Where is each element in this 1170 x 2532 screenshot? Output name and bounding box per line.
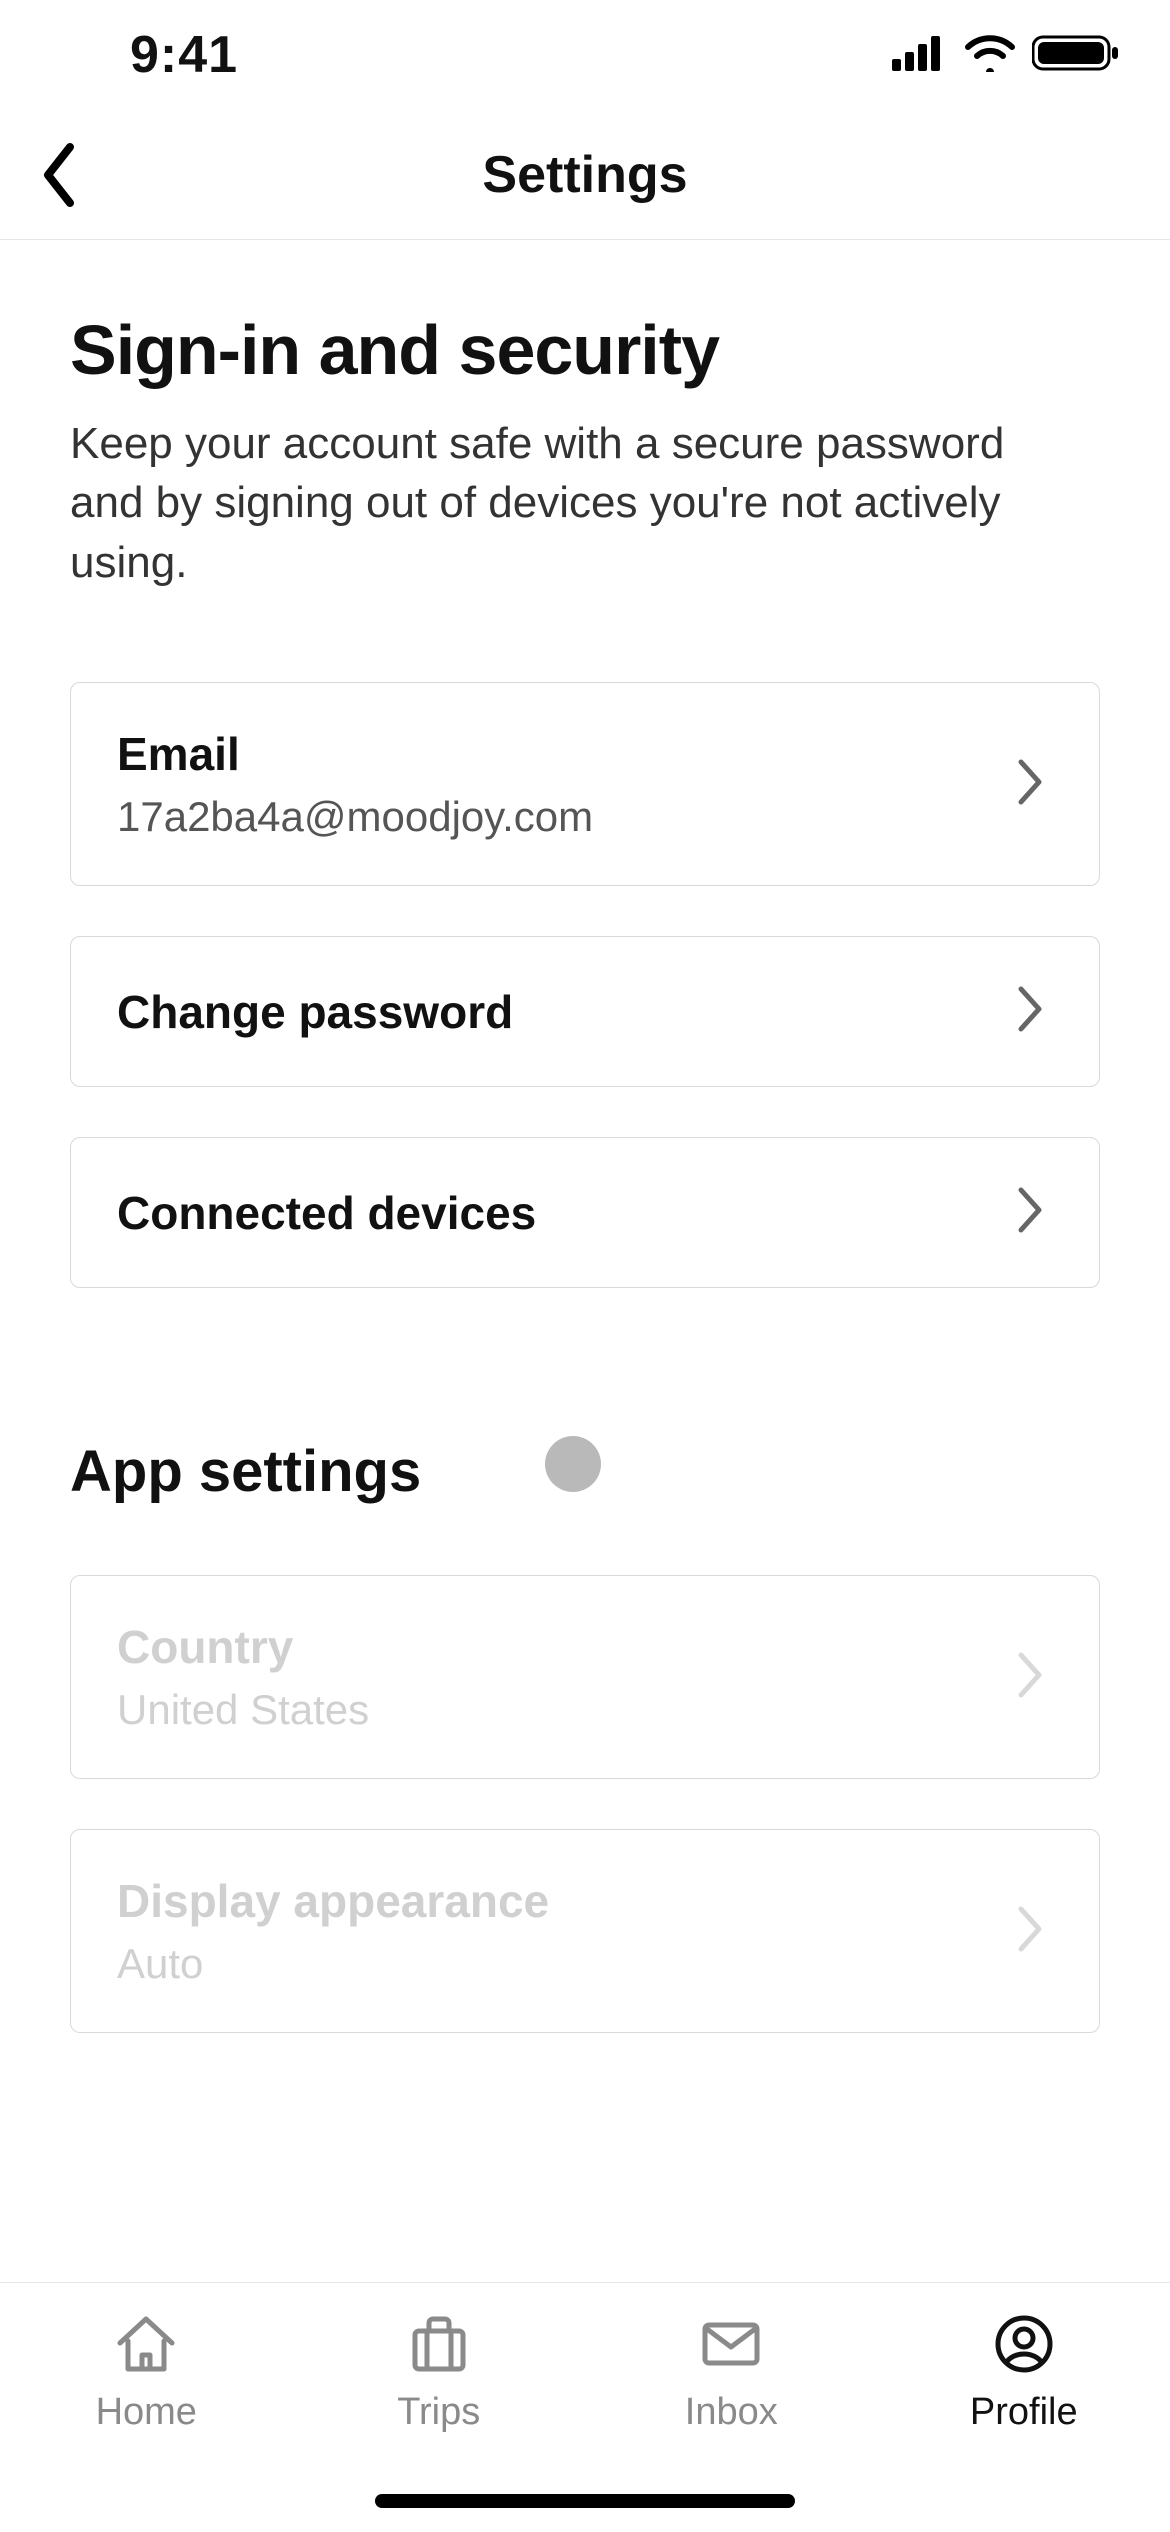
envelope-icon [697,2313,765,2375]
profile-icon [990,2313,1058,2375]
display-appearance-value: Auto [117,1940,993,1988]
suitcase-icon [405,2313,473,2375]
tab-home-label: Home [96,2391,197,2434]
home-icon [112,2313,180,2375]
chevron-right-icon [1013,754,1053,815]
tab-inbox-label: Inbox [685,2391,778,2434]
chevron-right-icon [1013,1182,1053,1243]
tab-trips-label: Trips [397,2391,480,2434]
content: Sign-in and security Keep your account s… [0,240,1170,2033]
tab-bar: Home Trips Inbox [0,2282,1170,2532]
chevron-left-icon [36,139,80,211]
tab-profile[interactable]: Profile [878,2283,1170,2532]
nav-header: Settings [0,110,1170,240]
display-appearance-label: Display appearance [117,1874,993,1928]
status-indicators [892,33,1120,78]
chevron-right-icon [1013,1647,1053,1708]
email-label: Email [117,727,993,781]
country-label: Country [117,1620,993,1674]
cellular-icon [892,35,948,76]
status-bar: 9:41 [0,0,1170,110]
wifi-icon [964,34,1016,77]
tab-profile-label: Profile [970,2391,1078,2434]
tab-home[interactable]: Home [0,2283,293,2532]
battery-icon [1032,33,1120,78]
change-password-label: Change password [117,985,993,1039]
chevron-right-icon [1013,981,1053,1042]
connected-devices-label: Connected devices [117,1186,993,1240]
page-title: Settings [482,145,687,205]
home-indicator[interactable] [375,2494,795,2508]
back-button[interactable] [18,135,98,215]
country-value: United States [117,1686,993,1734]
connected-devices-row[interactable]: Connected devices [70,1137,1100,1288]
display-appearance-row[interactable]: Display appearance Auto [70,1829,1100,2033]
status-time: 9:41 [130,25,238,85]
section-description: Keep your account safe with a secure pas… [70,414,1070,592]
change-password-row[interactable]: Change password [70,936,1100,1087]
email-row[interactable]: Email 17a2ba4a@moodjoy.com [70,682,1100,886]
country-row[interactable]: Country United States [70,1575,1100,1779]
email-value: 17a2ba4a@moodjoy.com [117,793,993,841]
chevron-right-icon [1013,1901,1053,1962]
touch-indicator [545,1436,601,1492]
section-heading-signin: Sign-in and security [70,310,1100,390]
